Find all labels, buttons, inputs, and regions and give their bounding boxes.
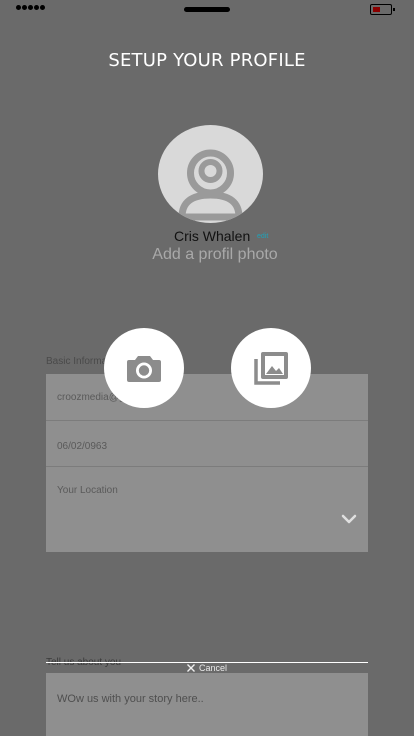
choose-from-gallery-button[interactable]: [231, 328, 311, 408]
page-title: SETUP YOUR PROFILE: [108, 50, 306, 71]
location-select[interactable]: Your Location: [46, 467, 368, 552]
add-photo-label[interactable]: Add a profil photo: [0, 246, 414, 264]
chevron-down-icon[interactable]: [341, 514, 357, 524]
basic-info-card: croozmedia@gmail.com 06/02/0963 Your Loc…: [46, 374, 368, 552]
battery-icon: [370, 4, 395, 15]
camera-icon: [127, 356, 161, 382]
close-icon: [187, 664, 195, 672]
date-of-birth-field[interactable]: 06/02/0963: [46, 421, 368, 467]
notch-indicator: [184, 7, 230, 12]
avatar[interactable]: [158, 125, 263, 223]
cancel-label: Cancel: [199, 663, 228, 673]
edit-name-link[interactable]: edit: [257, 233, 268, 240]
cancel-button[interactable]: Cancel: [186, 663, 227, 673]
about-textarea[interactable]: WOw us with your story here..: [46, 673, 368, 736]
location-placeholder: Your Location: [57, 485, 118, 496]
photo-library-icon: [254, 352, 288, 385]
user-name: Cris Whalen: [174, 228, 251, 244]
about-placeholder: WOw us with your story here..: [57, 693, 204, 705]
take-photo-button[interactable]: [104, 328, 184, 408]
dob-value: 06/02/0963: [57, 441, 108, 452]
email-field[interactable]: croozmedia@gmail.com: [46, 374, 368, 421]
signal-strength-icon: [16, 5, 45, 10]
user-silhouette-icon: [178, 149, 243, 221]
